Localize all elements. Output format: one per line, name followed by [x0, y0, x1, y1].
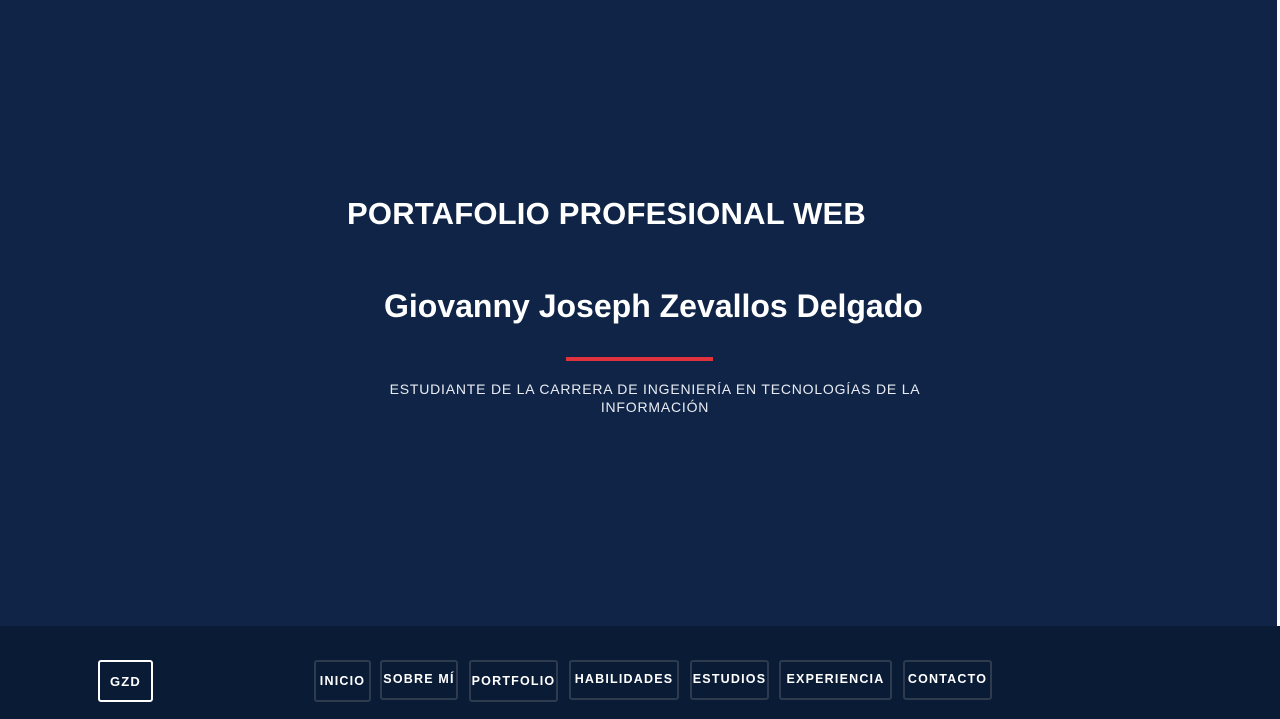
nav-label: PORTFOLIO: [471, 674, 556, 688]
hero-subtitle: ESTUDIANTE DE LA CARRERA DE INGENIERÍA E…: [389, 381, 921, 415]
page-title: PORTAFOLIO PROFESIONAL WEB: [347, 196, 867, 231]
nav-portfolio-button[interactable]: PORTFOLIO: [469, 660, 558, 702]
hero-section: PORTAFOLIO PROFESIONAL WEB Giovanny Jose…: [0, 0, 1277, 626]
nav-inicio-button[interactable]: INICIO: [314, 660, 371, 702]
accent-divider: [566, 357, 713, 361]
nav-label: INICIO: [319, 674, 366, 688]
logo-button[interactable]: GZD: [98, 660, 153, 702]
nav-experiencia-button[interactable]: EXPERIENCIA: [779, 660, 892, 700]
nav-estudios-button[interactable]: ESTUDIOS: [690, 660, 769, 700]
nav-label: SOBRE MÍ: [383, 672, 455, 686]
footer-nav-bar: GZD INICIO SOBRE MÍ PORTFOLIO HABILIDADE…: [0, 626, 1280, 719]
author-name: Giovanny Joseph Zevallos Delgado: [384, 288, 923, 324]
nav-label: CONTACTO: [907, 672, 988, 686]
nav-label: EXPERIENCIA: [786, 672, 885, 686]
nav-habilidades-button[interactable]: HABILIDADES: [569, 660, 679, 700]
nav-contacto-button[interactable]: CONTACTO: [903, 660, 992, 700]
nav-sobre-mi-button[interactable]: SOBRE MÍ: [380, 660, 458, 700]
nav-label: HABILIDADES: [574, 672, 674, 686]
nav-label: ESTUDIOS: [692, 672, 767, 686]
